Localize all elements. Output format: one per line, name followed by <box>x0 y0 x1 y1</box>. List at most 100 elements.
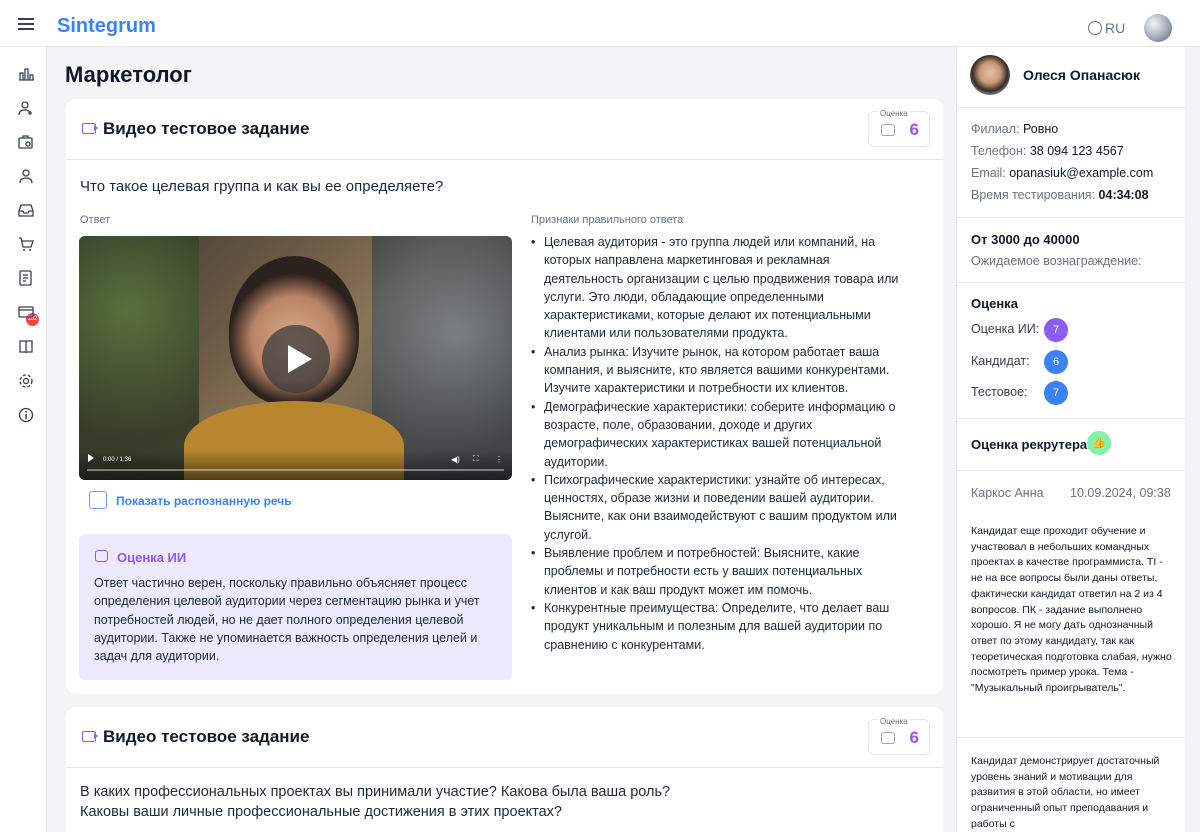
candidate-rating-value: 6 <box>1044 350 1068 374</box>
test-time-row: Время тестирования: 04:34:08 <box>971 188 1149 202</box>
score-label: Оценка <box>878 109 910 118</box>
list-item: Демографические характеристики: соберите… <box>531 398 911 471</box>
question-card: Видео тестовое задание Оценка 6 Что тако… <box>66 99 943 694</box>
recruiter-rating-label: Оценка рекрутера: <box>971 437 1092 452</box>
salary-section: От 3000 до 40000 Ожидаемое вознаграждени… <box>957 218 1185 283</box>
video-controls: 0:00 / 1:36 ◀) ⛶ ⋮ <box>79 450 512 480</box>
inbox-icon[interactable] <box>18 202 34 217</box>
candidate-contacts: Филиал: Ровно Телефон: 38 094 123 4567 E… <box>957 108 1185 218</box>
user-icon[interactable] <box>18 168 34 184</box>
play-button[interactable] <box>262 325 330 393</box>
recruiter-rating-section: Оценка рекрутера: 👍 <box>957 419 1185 471</box>
card-title: Видео тестовое задание <box>103 727 310 746</box>
correct-answer-label: Признаки правильного ответа <box>531 214 684 226</box>
question-card: Видео тестовое задание Оценка 6 В каких … <box>66 707 943 832</box>
list-item: Анализ рынка: Изучите рынок, на котором … <box>531 343 911 398</box>
card-header: Видео тестовое задание Оценка 6 <box>66 99 943 160</box>
divider <box>957 737 1185 738</box>
phone-value: 38 094 123 4567 <box>1029 144 1124 158</box>
list-item: Целевая аудитория - это группа людей или… <box>531 233 911 343</box>
language-label: RU <box>1105 20 1126 36</box>
globe-icon <box>1088 21 1102 35</box>
volume-icon[interactable]: ◀) <box>451 455 460 464</box>
card-header: Видео тестовое задание Оценка 6 <box>66 707 943 768</box>
reviewer-name: Каркос Анна <box>971 486 1044 500</box>
top-bar: Sintegrum RU <box>0 0 1200 47</box>
phone-label: Телефон: <box>971 144 1027 158</box>
ai-rating-label: Оценка ИИ: <box>971 322 1040 336</box>
phone-row: Телефон: 38 094 123 4567 <box>971 144 1124 158</box>
vacancies-search-icon[interactable] <box>18 134 34 149</box>
candidate-rating-label: Кандидат: <box>971 354 1030 368</box>
candidates-icon[interactable] <box>18 100 34 116</box>
ai-rating-value: 7 <box>1044 318 1068 342</box>
settings-icon[interactable] <box>18 373 34 388</box>
ai-evaluation-text: Ответ частично верен, поскольку правильн… <box>94 576 480 664</box>
thumbs-up-icon[interactable]: 👍 <box>1087 431 1111 455</box>
score-box: Оценка 6 <box>868 717 930 755</box>
cart-icon[interactable] <box>18 236 34 251</box>
email-label: Email: <box>971 166 1006 180</box>
score-value: 6 <box>909 728 919 747</box>
question-text: В каких профессиональных проектах вы при… <box>80 784 671 820</box>
score-value: 6 <box>909 120 919 139</box>
sidebar: 182 <box>0 47 47 832</box>
test-rating-value: 7 <box>1044 381 1068 405</box>
candidate-avatar <box>970 55 1010 95</box>
review-date: 10.09.2024, 09:38 <box>1070 486 1171 500</box>
video-background-plant <box>79 236 199 480</box>
robot-icon <box>95 550 108 562</box>
salary-value: От 3000 до 40000 <box>971 232 1080 247</box>
language-switcher[interactable]: RU <box>1088 20 1125 36</box>
ai-evaluation-title: Оценка ИИ <box>117 550 187 565</box>
test-time-label: Время тестирования: <box>971 188 1096 202</box>
test-rating-label: Тестовое: <box>971 385 1028 399</box>
small-play-icon[interactable] <box>88 454 94 462</box>
list-item: Психографические характеристики: узнайте… <box>531 471 911 544</box>
fullscreen-icon[interactable]: ⛶ <box>473 454 479 464</box>
rating-title: Оценка <box>971 296 1018 311</box>
candidate-header: Олеся Опанасюк <box>957 47 1185 108</box>
score-box: Оценка 6 <box>868 109 930 147</box>
robot-icon <box>881 732 895 744</box>
menu-icon[interactable] <box>18 18 34 30</box>
recruiter-comment: Кандидат демонстрирует достаточный урове… <box>971 755 1160 830</box>
user-avatar[interactable] <box>1144 14 1172 42</box>
branch-label: Филиал: <box>971 122 1020 136</box>
test-time-value: 04:34:08 <box>1098 188 1149 202</box>
video-icon <box>82 731 98 742</box>
billing-icon[interactable] <box>18 304 34 318</box>
candidate-name: Олеся Опанасюк <box>1023 67 1140 83</box>
score-label: Оценка <box>878 717 910 726</box>
list-item: Выявление проблем и потребностей: Выясни… <box>531 544 911 599</box>
video-time: 0:00 / 1:36 <box>103 457 132 463</box>
candidate-panel: Олеся Опанасюк Филиал: Ровно Телефон: 38… <box>956 47 1185 832</box>
video-progress-bar[interactable] <box>87 469 504 471</box>
video-player[interactable]: 0:00 / 1:36 ◀) ⛶ ⋮ <box>79 236 512 480</box>
card-title: Видео тестовое задание <box>103 119 310 138</box>
email-row: Email: opanasiuk@example.com <box>971 166 1153 180</box>
tests-icon[interactable] <box>18 270 34 286</box>
info-icon[interactable] <box>18 407 34 423</box>
main-content: Маркетолог Видео тестовое задание Оценка… <box>47 47 956 832</box>
correct-answer-list: Целевая аудитория - это группа людей или… <box>531 233 911 654</box>
app-logo[interactable]: Sintegrum <box>57 15 156 38</box>
transcript-icon[interactable] <box>89 491 107 509</box>
dashboard-icon[interactable] <box>18 66 34 81</box>
branch-value: Ровно <box>1022 122 1059 136</box>
answer-label: Ответ <box>80 214 111 226</box>
list-item: Конкурентные преимущества: Определите, ч… <box>531 599 911 654</box>
question-text: Что такое целевая группа и как вы ее опр… <box>80 178 444 195</box>
rating-section: Оценка Оценка ИИ: 7 Кандидат: 6 Тестовое… <box>957 283 1185 419</box>
salary-label: Ожидаемое вознаграждение: <box>971 254 1142 268</box>
video-icon <box>82 123 98 134</box>
recruiter-comment: Кандидат еще проходит обучение и участво… <box>971 525 1172 695</box>
docs-icon[interactable] <box>18 339 34 354</box>
ai-evaluation-box: Оценка ИИ Ответ частично верен, поскольк… <box>79 534 512 680</box>
page-title: Маркетолог <box>65 62 192 87</box>
robot-icon <box>881 124 895 136</box>
email-value[interactable]: opanasiuk@example.com <box>1009 166 1153 180</box>
more-icon[interactable]: ⋮ <box>495 455 503 464</box>
branch-row: Филиал: Ровно <box>971 122 1058 136</box>
show-speech-link[interactable]: Показать распознанную речь <box>116 494 292 508</box>
